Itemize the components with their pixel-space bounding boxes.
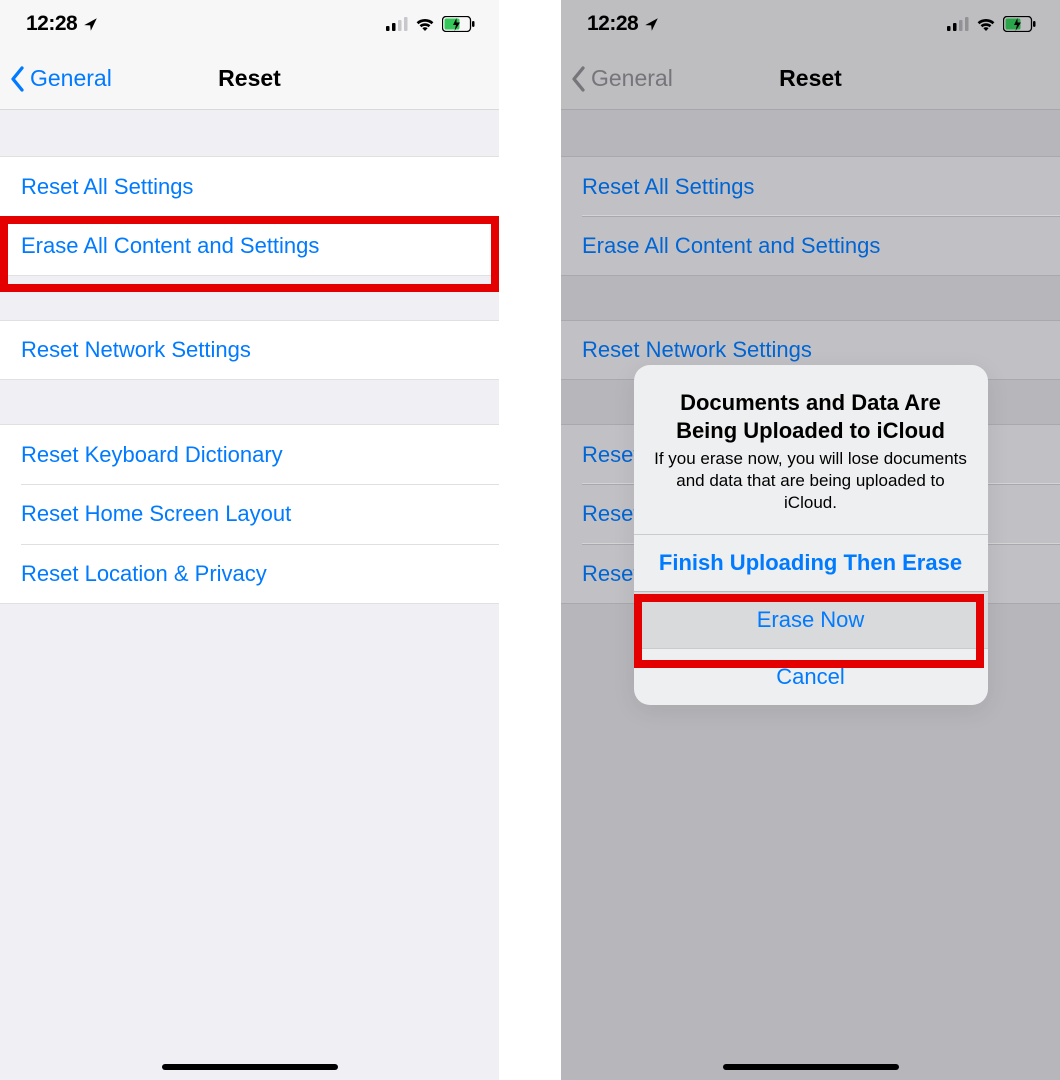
cell-label: Reset Network Settings [21, 337, 251, 363]
alert-title: Documents and Data Are Being Uploaded to… [654, 389, 968, 444]
screenshot-gap [499, 0, 561, 1080]
group-3: Reset Keyboard Dictionary Reset Home Scr… [0, 424, 499, 604]
phone-right: 12:28 [561, 0, 1060, 1080]
battery-charging-icon [442, 16, 475, 32]
status-left: 12:28 [26, 12, 98, 36]
alert-button-label: Finish Uploading Then Erase [659, 550, 962, 576]
group-2: Reset Network Settings [0, 320, 499, 380]
nav-back-button[interactable]: General [10, 65, 112, 92]
alert-button-label: Erase Now [757, 607, 865, 633]
cell-reset-location-and-privacy[interactable]: Reset Location & Privacy [0, 544, 499, 604]
cellular-signal-icon [386, 17, 408, 31]
nav-bar: General Reset [0, 48, 499, 110]
cell-erase-all-content-and-settings[interactable]: Erase All Content and Settings [0, 216, 499, 276]
location-services-icon [83, 17, 98, 32]
alert-button-erase-now[interactable]: Erase Now [634, 591, 988, 648]
cell-reset-all-settings[interactable]: Reset All Settings [0, 156, 499, 216]
home-indicator[interactable] [162, 1064, 338, 1070]
wifi-icon [415, 17, 435, 32]
cell-label: Reset Keyboard Dictionary [21, 442, 283, 468]
phone-left: 12:28 [0, 0, 499, 1080]
status-bar: 12:28 [0, 0, 499, 48]
cell-label: Reset Home Screen Layout [21, 501, 291, 527]
alert-message: If you erase now, you will lose document… [654, 448, 968, 514]
alert-button-finish-upload[interactable]: Finish Uploading Then Erase [634, 534, 988, 591]
status-right [386, 16, 475, 32]
cell-reset-keyboard-dictionary[interactable]: Reset Keyboard Dictionary [0, 424, 499, 484]
alert-icloud-upload: Documents and Data Are Being Uploaded to… [634, 365, 988, 705]
alert-body: Documents and Data Are Being Uploaded to… [634, 365, 988, 534]
nav-back-label: General [30, 65, 112, 92]
cell-label: Erase All Content and Settings [21, 233, 319, 259]
status-time: 12:28 [26, 12, 77, 36]
alert-button-label: Cancel [776, 664, 844, 690]
chevron-left-icon [10, 66, 26, 92]
alert-button-cancel[interactable]: Cancel [634, 648, 988, 705]
group-1: Reset All Settings Erase All Content and… [0, 156, 499, 276]
cell-reset-network-settings[interactable]: Reset Network Settings [0, 320, 499, 380]
settings-list: Reset All Settings Erase All Content and… [0, 156, 499, 604]
cell-label: Reset Location & Privacy [21, 561, 267, 587]
cell-reset-home-screen-layout[interactable]: Reset Home Screen Layout [0, 484, 499, 544]
cell-label: Reset All Settings [21, 174, 193, 200]
